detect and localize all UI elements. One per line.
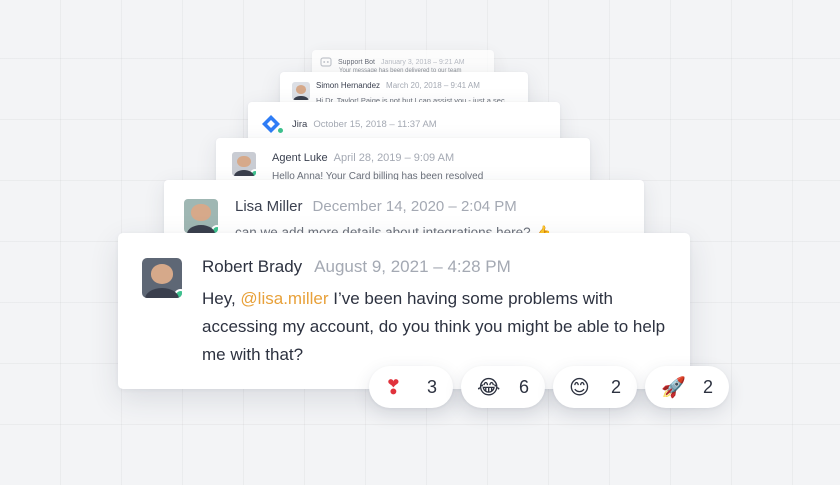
message-text: Hey, @lisa.miller I’ve been having some … [202, 285, 680, 369]
sender-name: Lisa Miller [235, 198, 303, 215]
reaction-count: 2 [610, 376, 621, 397]
smiling-face-icon: 😊 [569, 375, 590, 399]
reaction-heart-button[interactable]: ❣ 3 [369, 366, 453, 408]
avatar [292, 82, 310, 100]
reaction-count: 6 [518, 376, 529, 397]
reaction-count: 3 [426, 376, 437, 397]
sender-name: Support Bot [338, 58, 375, 66]
avatar [260, 113, 285, 135]
avatar [232, 152, 256, 176]
avatar [184, 199, 218, 233]
message-card[interactable]: Lisa Miller December 14, 2020 – 2:04 PM … [164, 180, 644, 240]
avatar [142, 258, 182, 298]
bot-icon [320, 57, 332, 67]
sender-name: Agent Luke [272, 152, 328, 164]
sender-name: Jira [292, 118, 308, 130]
message-text-part: Hey, [202, 289, 241, 308]
sender-name: Simon Hernandez [316, 81, 381, 90]
reaction-rocket-button[interactable]: 🚀 2 [645, 366, 729, 408]
reaction-smile-button[interactable]: 😊 2 [553, 366, 637, 408]
rocket-icon: 🚀 [661, 375, 686, 399]
heart-exclamation-icon: ❣ [385, 375, 402, 399]
message-card[interactable]: Agent Luke April 28, 2019 – 9:09 AM Hell… [216, 138, 590, 186]
online-status-dot [211, 225, 218, 233]
user-mention[interactable]: @lisa.miller [240, 289, 328, 308]
message-timestamp: August 9, 2021 – 4:28 PM [314, 257, 511, 276]
online-status-dot [250, 169, 256, 176]
message-timestamp: April 28, 2019 – 9:09 AM [333, 152, 455, 164]
laughing-face-icon: 😂 [477, 375, 501, 399]
message-timestamp: January 3, 2018 – 9:21 AM [380, 58, 465, 66]
reaction-laughing-button[interactable]: 😂 6 [461, 366, 545, 408]
reactions-bar: ❣ 3 😂 6 😊 2 🚀 2 [369, 366, 729, 408]
reaction-count: 2 [702, 376, 713, 397]
sender-name: Robert Brady [202, 257, 303, 276]
message-timestamp: March 20, 2018 – 9:41 AM [386, 81, 480, 90]
online-status-dot [276, 126, 285, 135]
message-timestamp: October 15, 2018 – 11:37 AM [313, 118, 437, 130]
message-timestamp: December 14, 2020 – 2:04 PM [312, 198, 517, 215]
online-status-dot [174, 289, 182, 298]
